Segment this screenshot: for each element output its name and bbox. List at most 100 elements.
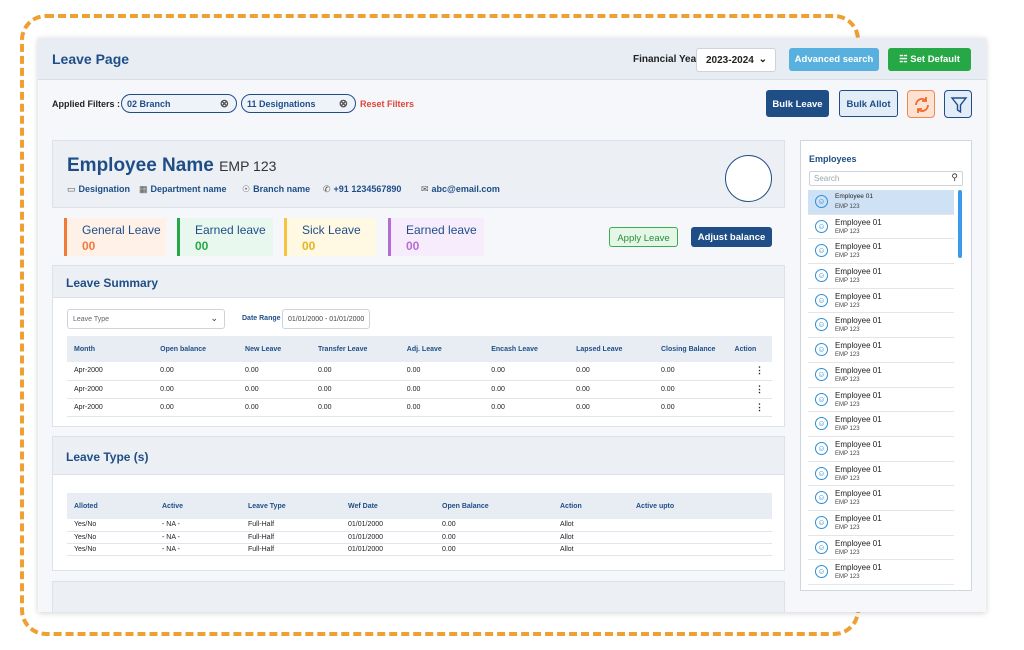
set-default-label: Set Default [910,54,960,65]
user-icon: ☺ [815,318,828,332]
table-header-row: Month Open balance New Leave Transfer Leave… [67,336,772,362]
employee-code: EMP 123 [835,376,860,383]
table-cell: Apr-2000 [67,380,154,399]
set-default-button[interactable]: ☵ Set Default [888,48,971,71]
user-icon: ☺ [815,244,828,258]
employee-list-item[interactable]: ☺ Employee 01 EMP 123 [808,511,954,536]
column-header: Active [155,493,241,519]
date-range-input[interactable]: 01/01/2000 - 01/01/2000 [282,309,370,329]
chevron-down-icon: ⌄ [210,313,218,323]
leave-type-title: Earned leave [195,223,266,237]
employee-code: EMP 123 [835,253,860,260]
department-info: ▦ Department name [139,184,227,194]
more-options-icon[interactable]: ⋮ [727,362,772,381]
employees-sidebar: Employees Search ⚲ ☺ Employee 01 EMP 123 ☺ Em… [800,140,972,591]
employee-code: EMP 123 [835,302,860,309]
column-header: Lapsed Leave [569,336,654,362]
employee-list-item[interactable]: ☺ Employee 01 EMP 123 [808,239,954,265]
employee-name: Employee 01 [835,538,882,548]
leave-balance-card: General Leave 00 [64,218,166,256]
table-cell: 0.00 [653,362,728,381]
employee-name: Employee 01 [835,316,882,326]
employee-list-item[interactable]: ☺ Employee 01 EMP 123 [808,462,954,487]
column-header: Transfer Leave [310,336,400,362]
collapsed-section [52,581,785,612]
employee-list-item[interactable]: ☺ Employee 01 EMP 123 [808,388,954,413]
leave-type-select[interactable]: Leave Type ⌄ [67,309,225,329]
sliders-icon: ☵ [899,54,911,65]
filter-chip-designations[interactable]: 11 Designations ⊗ [241,94,356,113]
column-header: Encash Leave [484,336,570,362]
table-cell [629,519,772,532]
phone-info: ✆ +91 1234567890 [323,184,402,194]
bulk-allot-button[interactable]: Bulk Allot [839,90,898,117]
employee-list-item[interactable]: ☺ Employee 01 EMP 123 [808,338,954,363]
building-icon: ▦ [139,184,148,194]
advanced-search-button[interactable]: Advanced search [789,48,879,71]
scrollbar[interactable] [958,190,962,258]
column-header: Open Balance [435,493,553,519]
employee-list-item[interactable]: ☺ Employee 01 EMP 123 [808,536,954,561]
leave-page-window: Leave Page Financial Year 2023-2024 ⌄ Ad… [38,38,986,612]
leave-balance-value: 00 [195,239,209,253]
employee-list-item[interactable]: ☺ Employee 01 EMP 123 [808,313,954,339]
table-cell: 0.00 [399,380,485,399]
financial-year-label: Financial Year [633,54,701,65]
table-cell: 0.00 [435,543,553,556]
employee-name: Employee 01 [835,563,882,573]
employee-list-item[interactable]: ☺ Employee 01 EMP 123 [808,560,954,585]
leave-type-title: Earned leave [406,223,477,237]
employee-code: EMP 123 [835,500,860,507]
table-row: Apr-2000 0.00 0.00 0.00 0.00 0.00 0.00 0.00 ⋮ [67,380,772,399]
column-header: Open balance [153,336,239,362]
employee-list-item[interactable]: ☺ Employee 01 EMP 123 [808,363,954,388]
leave-type-section: Leave Type (s) Alloted Active Leave Type We… [52,436,785,571]
employee-list-item[interactable]: ☺ Employee 01 EMP 123 [808,264,954,289]
leave-balance-value: 00 [406,239,420,253]
bulk-leave-button[interactable]: Bulk Leave [766,90,829,117]
table-cell: Apr-2000 [67,398,154,417]
employee-name: Employee 01 [835,415,882,425]
chip-label: 11 Designations [247,99,316,109]
employee-list-item[interactable]: ☺ Employee 01 EMP 123 [808,215,954,240]
employee-search-input[interactable]: Search ⚲ [809,171,963,186]
employee-list-item[interactable]: ☺ Employee 01 EMP 123 [808,289,954,314]
employee-code: EMP 123 [835,204,860,210]
close-icon[interactable]: ⊗ [339,97,348,110]
employee-code: EMP 123 [835,426,860,433]
table-cell: - NA - [155,543,241,556]
employee-code: EMP 123 [219,158,277,174]
more-options-icon[interactable]: ⋮ [727,398,772,417]
table-cell: 0.00 [653,398,728,417]
employee-name: Employee 01 [835,267,882,277]
column-header: New Leave [238,336,311,362]
close-icon[interactable]: ⊗ [220,97,229,110]
leave-summary-section: Leave Summary Leave Type ⌄ Date Range 01/… [52,265,785,427]
section-title: Leave Summary [53,266,784,298]
employee-name: Employee 01 [835,291,882,301]
employee-name: Employee 01 [835,242,882,252]
employee-list-item[interactable]: ☺ Employee 01 EMP 123 [808,437,954,462]
user-icon: ☺ [815,565,828,579]
financial-year-value: 2023-2024 [706,55,754,66]
filter-button[interactable] [944,90,972,118]
financial-year-select[interactable]: 2023-2024 ⌄ [696,48,776,72]
employee-name: Employee 01 [835,193,873,200]
employee-list-item[interactable]: ☺ Employee 01 EMP 123 [808,412,954,437]
refresh-button[interactable] [907,90,935,118]
table-cell: 0.00 [310,380,400,399]
reset-filters-link[interactable]: Reset Filters [360,99,414,109]
employee-list-item[interactable]: ☺ Employee 01 EMP 123 [808,486,954,511]
filter-chip-branch[interactable]: 02 Branch ⊗ [121,94,237,113]
apply-leave-button[interactable]: Apply Leave [609,227,678,247]
user-icon: ☺ [815,219,828,233]
employee-code: EMP 123 [835,401,860,408]
employee-list-item[interactable]: ☺ Employee 01 EMP 123 [808,190,954,215]
adjust-balance-button[interactable]: Adjust balance [691,227,772,247]
more-options-icon[interactable]: ⋮ [727,380,772,399]
table-cell [629,531,772,544]
table-cell: 0.00 [484,362,570,381]
table-cell [629,543,772,556]
column-header: Action [727,336,772,362]
table-cell: 0.00 [310,398,400,417]
